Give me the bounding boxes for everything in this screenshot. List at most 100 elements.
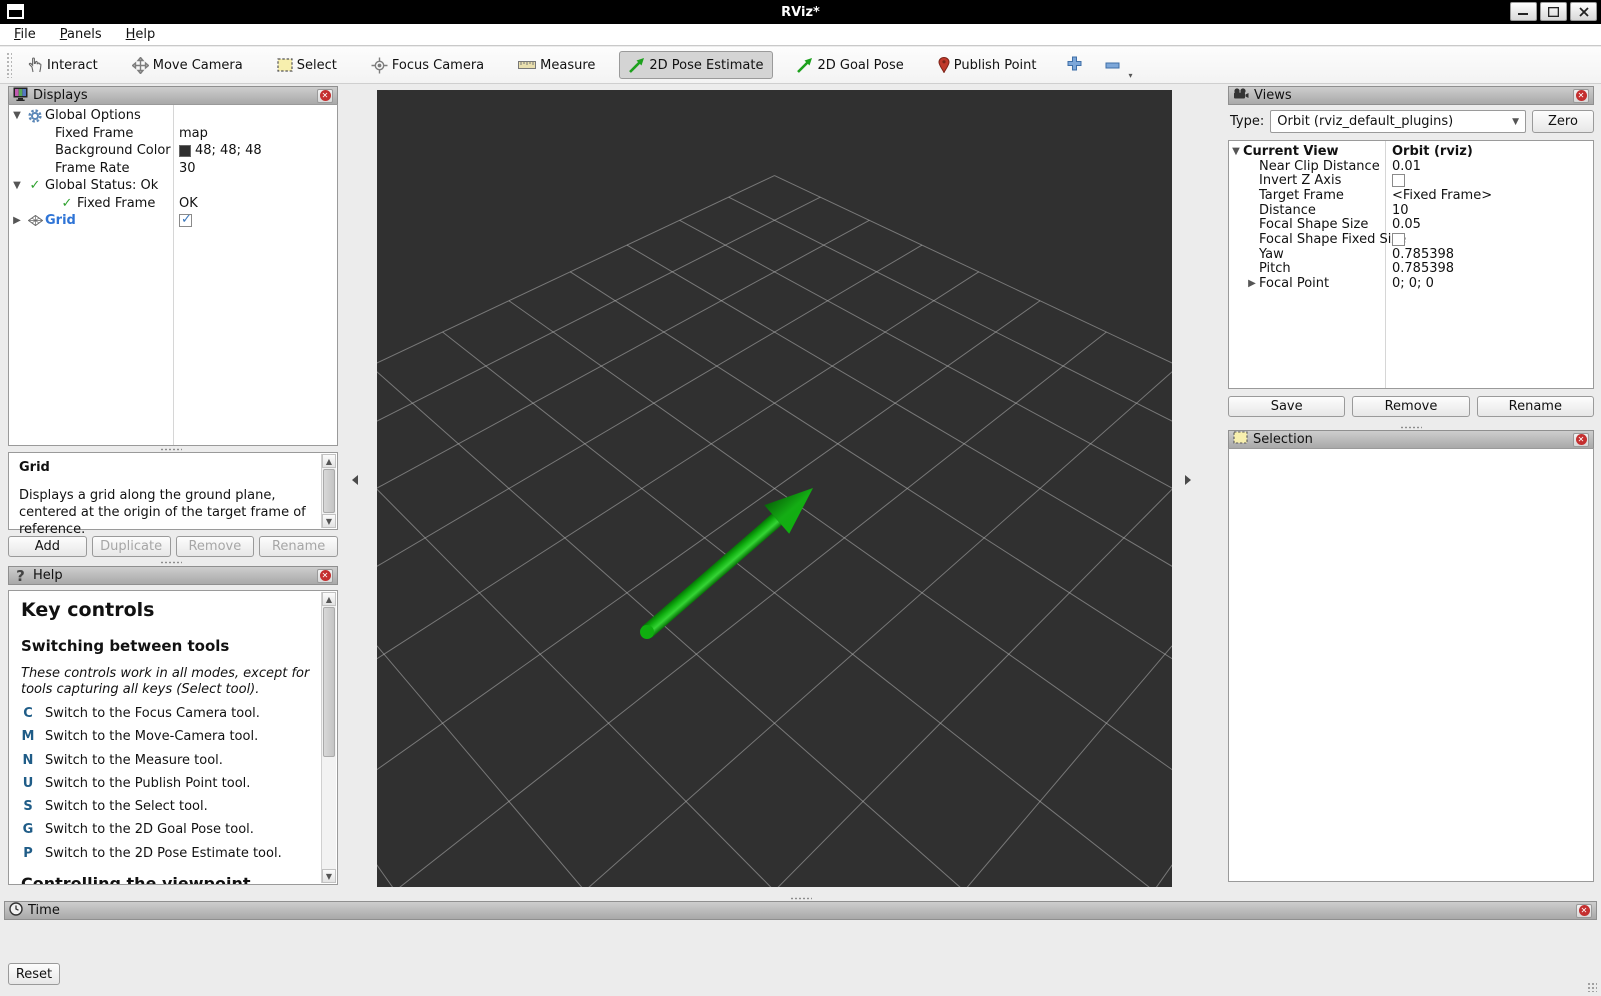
- render-viewport[interactable]: [377, 90, 1172, 887]
- selection-panel-header[interactable]: Selection ✕: [1228, 430, 1594, 449]
- display-row-background-color[interactable]: Background Color 48; 48; 48: [9, 142, 337, 160]
- remove-tool-button[interactable]: ▾: [1098, 58, 1126, 73]
- view-row-focal-point[interactable]: ▶ Focal Point 0; 0; 0: [1229, 276, 1593, 291]
- minimize-button[interactable]: [1510, 2, 1537, 21]
- views-close-button[interactable]: ✕: [1573, 89, 1589, 103]
- duplicate-display-button[interactable]: Duplicate: [92, 536, 171, 557]
- help-splitter[interactable]: [160, 561, 182, 564]
- view-row-near-clip-distance[interactable]: Near Clip Distance 0.01: [1229, 159, 1593, 174]
- menu-panels[interactable]: Panels: [60, 27, 102, 42]
- help-footer-heading: Controlling the viewpoint: [21, 874, 327, 885]
- view-row-invert-z-axis[interactable]: Invert Z Axis: [1229, 173, 1593, 188]
- collapse-left-icon: [352, 475, 358, 485]
- close-window-button[interactable]: [1570, 2, 1597, 21]
- display-row-global-options[interactable]: ▼ Global Options: [9, 107, 337, 125]
- grid-enabled-checkbox[interactable]: [179, 214, 192, 227]
- near-clip-value[interactable]: 0.01: [1387, 159, 1421, 174]
- view-row-focal-shape-fixed-size[interactable]: Focal Shape Fixed Size: [1229, 232, 1593, 247]
- scroll-thumb[interactable]: [323, 469, 335, 513]
- shortcut-row: SSwitch to the Select tool.: [21, 799, 327, 815]
- scroll-up-icon[interactable]: ▲: [322, 454, 336, 468]
- tool-select[interactable]: Select: [267, 52, 347, 79]
- displays-panel-title: Displays: [33, 88, 312, 103]
- selection-splitter[interactable]: [1400, 426, 1422, 429]
- save-view-button[interactable]: Save: [1228, 396, 1345, 417]
- help-content: Key controls Switching between tools The…: [8, 590, 338, 885]
- view-row-focal-shape-size[interactable]: Focal Shape Size 0.05: [1229, 217, 1593, 232]
- view-row-current-view[interactable]: ▼ Current View Orbit (rviz): [1229, 144, 1593, 159]
- description-scrollbar[interactable]: ▲ ▼: [321, 454, 336, 528]
- scroll-up-icon[interactable]: ▲: [322, 592, 336, 606]
- time-close-button[interactable]: ✕: [1576, 904, 1592, 918]
- displays-splitter[interactable]: [160, 448, 182, 451]
- invert-z-checkbox[interactable]: [1392, 174, 1405, 187]
- expander-open-icon[interactable]: ▼: [9, 180, 25, 191]
- pitch-value[interactable]: 0.785398: [1387, 262, 1454, 277]
- menu-help[interactable]: Help: [126, 27, 156, 42]
- maximize-button[interactable]: [1540, 2, 1567, 21]
- remove-display-button[interactable]: Remove: [176, 536, 255, 557]
- displays-close-button[interactable]: ✕: [317, 89, 333, 103]
- display-row-frame-rate[interactable]: Frame Rate 30: [9, 160, 337, 178]
- time-splitter[interactable]: [790, 897, 812, 900]
- scroll-down-icon[interactable]: ▼: [322, 514, 336, 528]
- displays-panel-header[interactable]: Displays ✕: [8, 86, 338, 105]
- display-row-global-status[interactable]: ▼ ✓ Global Status: Ok: [9, 177, 337, 195]
- remove-view-button[interactable]: Remove: [1352, 396, 1469, 417]
- expander-closed-icon[interactable]: ▶: [9, 215, 25, 226]
- zero-view-button[interactable]: Zero: [1532, 110, 1594, 133]
- view-row-yaw[interactable]: Yaw 0.785398: [1229, 247, 1593, 262]
- tool-2d-goal-pose[interactable]: 2D Goal Pose: [787, 51, 913, 79]
- right-panel-collapse-handle[interactable]: [1183, 462, 1193, 498]
- resize-grip[interactable]: [1587, 982, 1597, 992]
- scroll-thumb[interactable]: [323, 607, 335, 757]
- focal-shape-fixed-checkbox[interactable]: [1392, 233, 1405, 246]
- fixed-frame-value[interactable]: map: [175, 125, 208, 143]
- display-row-grid[interactable]: ▶ Grid: [9, 212, 337, 230]
- view-row-target-frame[interactable]: Target Frame <Fixed Frame>: [1229, 188, 1593, 203]
- expander-open-icon[interactable]: ▼: [1229, 146, 1243, 157]
- menu-file[interactable]: File: [14, 27, 36, 42]
- focal-shape-size-value[interactable]: 0.05: [1387, 217, 1421, 232]
- view-row-distance[interactable]: Distance 10: [1229, 203, 1593, 218]
- views-panel-header[interactable]: Views ✕: [1228, 86, 1594, 105]
- tool-interact[interactable]: Interact: [18, 51, 108, 79]
- tool-measure[interactable]: Measure: [508, 52, 605, 79]
- title-bar[interactable]: RViz*: [0, 0, 1601, 24]
- expander-open-icon[interactable]: ▼: [9, 110, 25, 121]
- target-frame-value[interactable]: <Fixed Frame>: [1387, 188, 1492, 203]
- scroll-down-icon[interactable]: ▼: [322, 869, 336, 883]
- window-title: RViz*: [0, 5, 1601, 20]
- add-display-button[interactable]: Add: [8, 536, 87, 557]
- chevron-down-icon[interactable]: ▾: [1128, 71, 1132, 80]
- tool-2d-pose-estimate[interactable]: 2D Pose Estimate: [619, 51, 773, 79]
- shortcut-row: MSwitch to the Move-Camera tool.: [21, 729, 327, 745]
- time-panel-header[interactable]: Time ✕: [4, 901, 1597, 920]
- rename-view-button[interactable]: Rename: [1477, 396, 1594, 417]
- reset-button[interactable]: Reset: [8, 963, 60, 985]
- yaw-value[interactable]: 0.785398: [1387, 247, 1454, 262]
- selection-close-button[interactable]: ✕: [1573, 433, 1589, 447]
- help-scrollbar[interactable]: ▲ ▼: [321, 592, 336, 883]
- frame-rate-value[interactable]: 30: [175, 160, 196, 178]
- distance-value[interactable]: 10: [1387, 203, 1409, 218]
- help-close-button[interactable]: ✕: [317, 569, 333, 583]
- display-row-fixed-frame[interactable]: Fixed Frame map: [9, 125, 337, 143]
- view-type-dropdown[interactable]: Orbit (rviz_default_plugins) ▼: [1270, 110, 1526, 133]
- focal-point-value[interactable]: 0; 0; 0: [1387, 276, 1434, 291]
- selection-content[interactable]: [1228, 448, 1594, 882]
- tool-publish-point[interactable]: Publish Point: [928, 51, 1047, 79]
- display-description-box: Grid Displays a grid along the ground pl…: [8, 452, 338, 530]
- expander-closed-icon[interactable]: ▶: [1245, 278, 1259, 289]
- toolbar-drag-handle[interactable]: [6, 52, 12, 78]
- help-panel-header[interactable]: ? Help ✕: [8, 566, 338, 585]
- background-color-value[interactable]: 48; 48; 48: [175, 142, 262, 160]
- display-row-fixed-frame-status[interactable]: ✓ Fixed Frame OK: [9, 195, 337, 213]
- tool-focus-camera[interactable]: Focus Camera: [361, 51, 494, 80]
- rename-display-button[interactable]: Rename: [259, 536, 338, 557]
- left-panel-collapse-handle[interactable]: [350, 462, 360, 498]
- menu-bar: File Panels Help: [0, 24, 1601, 46]
- add-tool-button[interactable]: [1060, 56, 1088, 75]
- view-row-pitch[interactable]: Pitch 0.785398: [1229, 262, 1593, 277]
- tool-move-camera[interactable]: Move Camera: [122, 51, 253, 80]
